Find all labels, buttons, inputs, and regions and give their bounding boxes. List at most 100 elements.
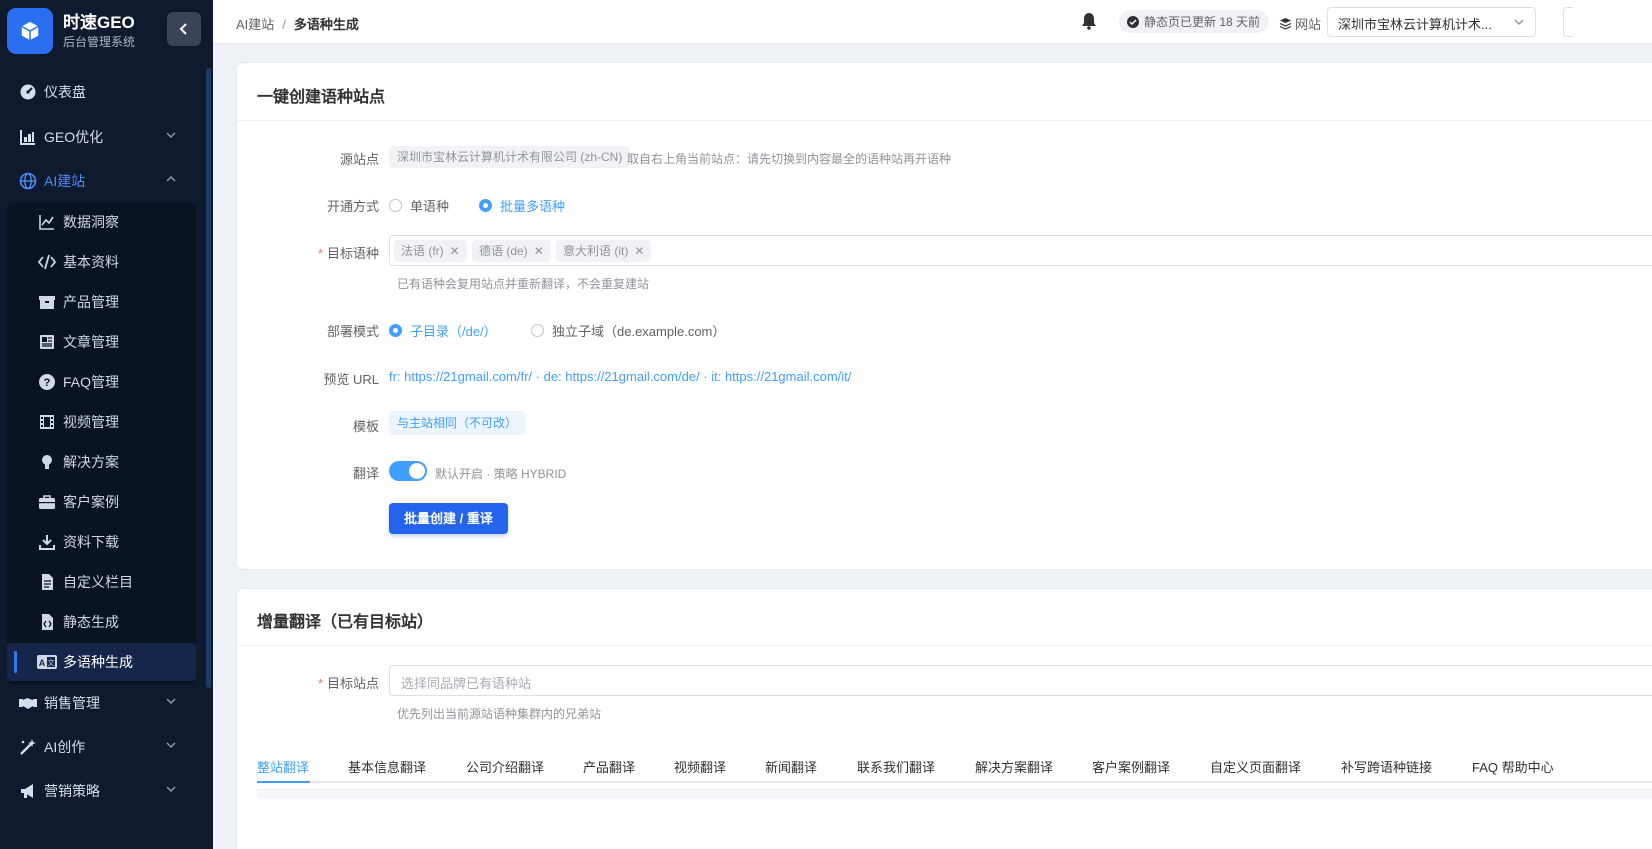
megaphone-icon <box>18 781 38 801</box>
sidebar-item-label: 静态生成 <box>63 614 119 630</box>
film-icon <box>37 412 57 432</box>
sidebar-item-downloads[interactable]: 资料下载 <box>7 523 196 561</box>
close-icon[interactable]: ✕ <box>634 240 644 262</box>
sidebar-item-label: 产品管理 <box>63 294 119 310</box>
sidebar: 时速GEO 后台管理系统 仪表盘 GEO优化 AI建站 数据洞察 基本资料 产品… <box>0 0 213 849</box>
cube-logo-icon <box>7 8 53 54</box>
chip-label: 意大利语 (it) <box>563 244 629 258</box>
breadcrumb-parent[interactable]: AI建站 <box>236 17 274 32</box>
chevron-down-icon <box>166 742 176 749</box>
sidebar-item-label: 视频管理 <box>63 414 119 430</box>
sidebar-item-label: AI建站 <box>44 173 86 189</box>
translate-hint: 默认开启 · 策略 HYBRID <box>435 467 567 481</box>
target-site-select[interactable]: 选择同品牌已有语种站 <box>389 665 1652 696</box>
sidebar-item-cases[interactable]: 客户案例 <box>7 483 196 521</box>
tab-basic-info[interactable]: 基本信息翻译 <box>348 757 426 776</box>
preview-url-label: 预览 URL <box>323 372 379 387</box>
sidebar-item-multilang[interactable]: A文 多语种生成 <box>7 643 196 681</box>
newspaper-icon <box>37 332 57 352</box>
radio-dot <box>531 324 544 337</box>
sidebar-item-products[interactable]: 产品管理 <box>7 283 196 321</box>
create-language-site-card: 一键创建语种站点 源站点 深圳市宝林云计算机计术有限公司 (zh-CN) 取自右… <box>236 62 1652 570</box>
radio-subdomain[interactable]: 独立子域（de.example.com） <box>531 321 725 340</box>
svg-text:A: A <box>39 658 46 668</box>
target-site-label: * 目标站点 <box>317 676 379 691</box>
handshake-icon <box>18 693 38 713</box>
sidebar-item-static-gen[interactable]: 静态生成 <box>7 603 196 641</box>
chart-bar-icon <box>18 127 38 147</box>
sidebar-scrollbar[interactable] <box>206 68 211 688</box>
sidebar-item-faq[interactable]: ? FAQ管理 <box>7 363 196 401</box>
open-mode-label: 开通方式 <box>326 199 379 214</box>
question-icon: ? <box>37 372 57 392</box>
chevron-up-icon <box>166 175 176 182</box>
tab-full-site[interactable]: 整站翻译 <box>257 757 309 776</box>
check-circle-icon <box>1127 15 1139 28</box>
template-label: 模板 <box>352 419 379 434</box>
tab-company-intro[interactable]: 公司介绍翻译 <box>466 757 544 776</box>
chevron-down-icon <box>166 786 176 793</box>
close-icon[interactable]: ✕ <box>534 240 544 262</box>
sidebar-item-dashboard[interactable]: 仪表盘 <box>0 72 205 112</box>
tab-faq[interactable]: FAQ 帮助中心 <box>1472 757 1554 776</box>
translate-icon: A文 <box>37 652 57 672</box>
tab-cases[interactable]: 客户案例翻译 <box>1092 757 1170 776</box>
sidebar-item-solutions[interactable]: 解决方案 <box>7 443 196 481</box>
tab-news[interactable]: 新闻翻译 <box>765 757 817 776</box>
sidebar-item-label: 自定义栏目 <box>63 574 133 590</box>
sidebar-item-label: FAQ管理 <box>63 374 120 390</box>
sidebar-item-label: 营销策略 <box>44 783 100 799</box>
tab-custom-pages[interactable]: 自定义页面翻译 <box>1210 757 1301 776</box>
radio-batch-languages[interactable]: 批量多语种 <box>479 196 565 215</box>
sidebar-item-ai-create[interactable]: AI创作 <box>0 727 205 767</box>
table-header <box>257 789 1652 799</box>
batch-create-button[interactable]: 批量创建 / 重译 <box>389 503 508 534</box>
deploy-mode-label: 部署模式 <box>326 324 379 339</box>
sidebar-item-basic-info[interactable]: 基本资料 <box>7 243 196 281</box>
tab-contact[interactable]: 联系我们翻译 <box>857 757 935 776</box>
radio-single-language[interactable]: 单语种 <box>389 196 449 215</box>
sidebar-item-ai-site[interactable]: AI建站 <box>0 161 205 201</box>
tab-videos[interactable]: 视频翻译 <box>674 757 726 776</box>
sidebar-item-custom-columns[interactable]: 自定义栏目 <box>7 563 196 601</box>
sidebar-item-marketing[interactable]: 营销策略 <box>0 771 205 811</box>
sidebar-item-sales[interactable]: 销售管理 <box>0 683 205 723</box>
label-text: 目标站点 <box>326 676 379 691</box>
notification-bell-icon[interactable] <box>1081 12 1097 33</box>
chevron-down-icon <box>166 132 176 139</box>
sidebar-item-data-insights[interactable]: 数据洞察 <box>7 203 196 241</box>
svg-text:文: 文 <box>48 658 55 667</box>
incremental-translation-card: 增量翻译（已有目标站） * 目标站点 选择同品牌已有语种站 优先列出当前源站语种集… <box>236 588 1652 849</box>
chip-label: 德语 (de) <box>479 244 528 258</box>
code-icon <box>37 252 57 272</box>
brand-subtitle: 后台管理系统 <box>63 34 136 49</box>
tab-cross-language-links[interactable]: 补写跨语种链接 <box>1341 757 1432 776</box>
target-language-select[interactable]: 法语 (fr) ✕ 德语 (de) ✕ 意大利语 (it) ✕ <box>389 235 1652 266</box>
chevron-left-icon <box>179 23 187 35</box>
target-language-label: * 目标语种 <box>317 246 379 261</box>
sidebar-item-articles[interactable]: 文章管理 <box>7 323 196 361</box>
chip-german: 德语 (de) ✕ <box>472 240 551 262</box>
tab-solutions[interactable]: 解决方案翻译 <box>975 757 1053 776</box>
radio-label: 单语种 <box>410 199 450 214</box>
sidebar-item-label: 文章管理 <box>63 334 119 350</box>
brand-title: 时速GEO <box>63 12 135 32</box>
radio-label: 批量多语种 <box>500 199 566 214</box>
radio-dot <box>479 199 492 212</box>
collapse-sidebar-button[interactable] <box>167 12 201 46</box>
translate-toggle[interactable] <box>389 461 427 481</box>
file-icon <box>37 572 57 592</box>
label-text: 目标语种 <box>326 246 379 261</box>
sidebar-item-geo[interactable]: GEO优化 <box>0 117 205 157</box>
tab-products[interactable]: 产品翻译 <box>583 757 635 776</box>
template-value: 与主站相同（不可改） <box>389 411 526 435</box>
radio-subdirectory[interactable]: 子目录（/de/） <box>389 321 497 340</box>
close-icon[interactable]: ✕ <box>450 240 460 262</box>
site-select[interactable]: 深圳市宝林云计算机计术... <box>1327 7 1536 37</box>
chevron-down-icon <box>166 698 176 705</box>
header-extra-control[interactable] <box>1563 7 1573 37</box>
dashboard-icon <box>18 82 38 102</box>
sidebar-item-videos[interactable]: 视频管理 <box>7 403 196 441</box>
sidebar-item-label: 多语种生成 <box>63 654 133 670</box>
sidebar-item-label: 资料下载 <box>63 534 119 550</box>
